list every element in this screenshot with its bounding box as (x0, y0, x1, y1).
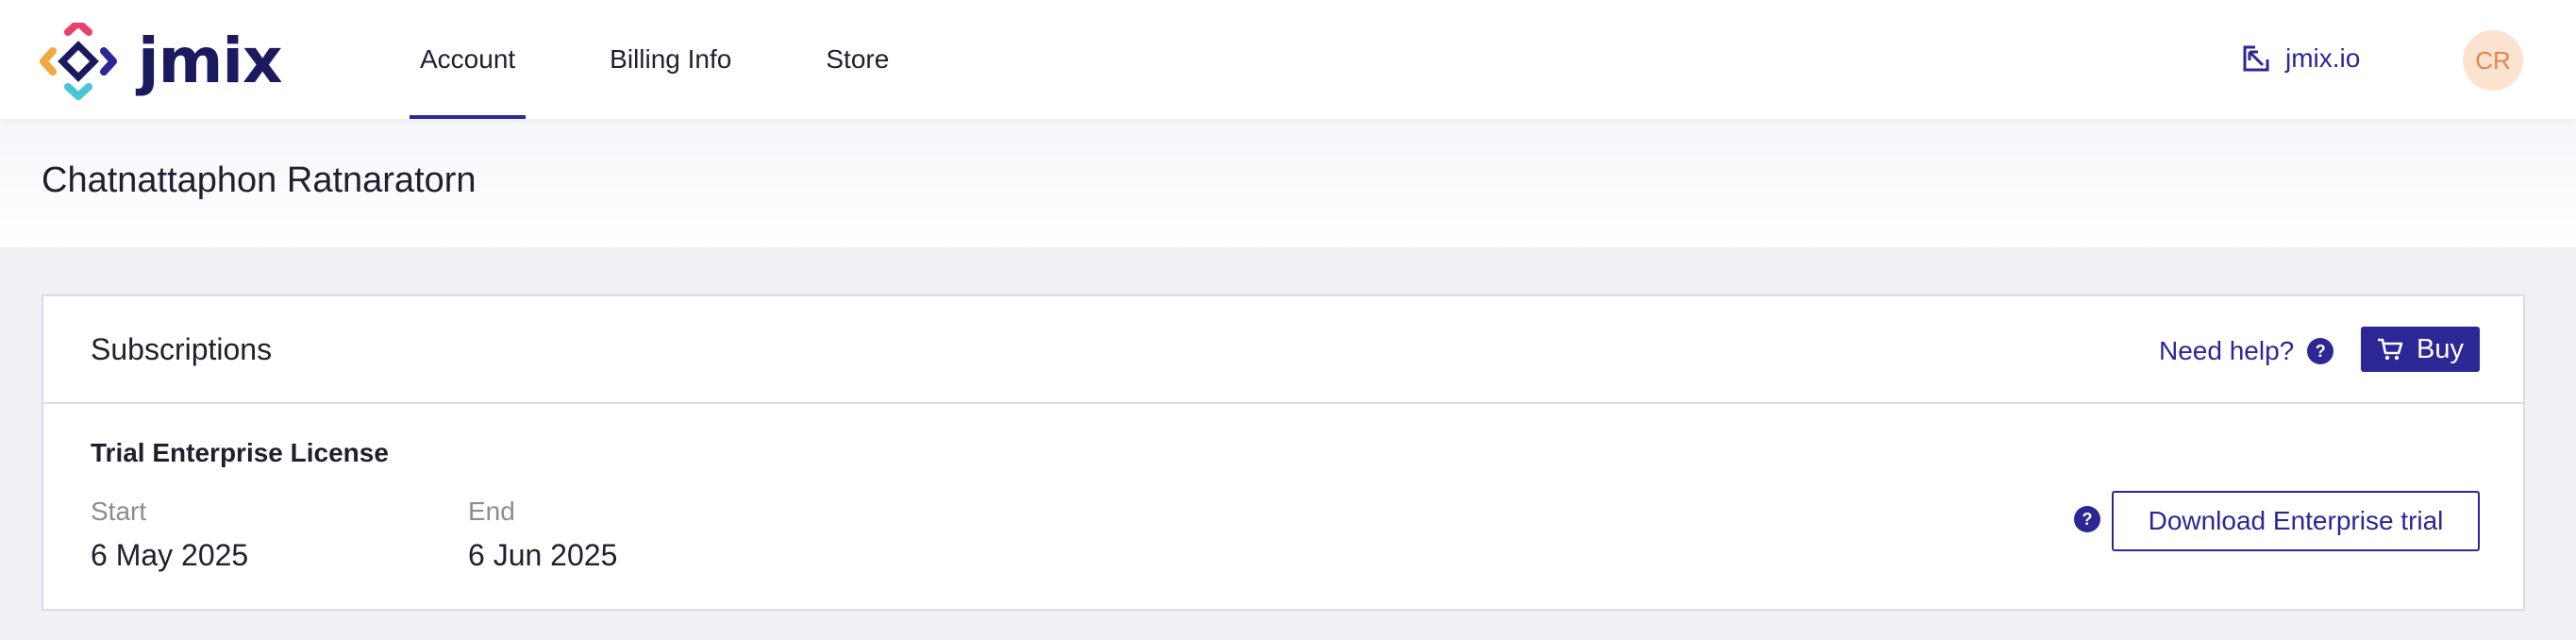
user-avatar[interactable]: CR (2463, 30, 2523, 91)
end-label: End (468, 497, 515, 526)
brand-name: jmix (138, 25, 283, 97)
nav-tab-label: Account (420, 44, 516, 74)
subscriptions-card: Subscriptions Need help? ? Buy Trial Ent… (42, 295, 2525, 611)
main-nav: Account Billing Info Store (410, 0, 973, 119)
external-link-icon (2243, 45, 2269, 72)
page-title: Chatnattaphon Ratnaratorn (42, 160, 477, 200)
end-date: 6 Jun 2025 (468, 538, 618, 572)
nav-tab-account[interactable]: Account (410, 0, 527, 119)
jmix-site-link[interactable]: jmix.io (2242, 38, 2360, 79)
nav-tab-store[interactable]: Store (815, 0, 899, 119)
jmix-site-link-label: jmix.io (2285, 43, 2361, 73)
page-header: Chatnattaphon Ratnaratorn (0, 119, 2576, 247)
nav-tab-label: Billing Info (610, 44, 732, 74)
jmix-logo-icon (40, 23, 117, 100)
nav-tab-label: Store (826, 44, 890, 74)
buy-button-label: Buy (2417, 333, 2464, 364)
start-date: 6 May 2025 (91, 538, 249, 572)
need-help-link[interactable]: Need help? ? (2159, 334, 2334, 368)
buy-button[interactable]: Buy (2361, 327, 2480, 372)
top-navigation-bar: jmix Account Billing Info Store jmix.io … (0, 0, 2576, 119)
download-help-icon[interactable]: ? (2074, 506, 2100, 532)
download-button-label: Download Enterprise trial (2148, 506, 2444, 535)
license-name: Trial Enterprise License (91, 438, 389, 467)
jmix-logo[interactable]: jmix (40, 23, 294, 100)
need-help-label: Need help? (2159, 336, 2295, 365)
cart-icon (2378, 338, 2403, 361)
start-label: Start (91, 497, 147, 526)
help-question-icon: ? (2307, 338, 2334, 364)
subscriptions-card-header: Subscriptions Need help? ? Buy (43, 296, 2523, 404)
subscriptions-title: Subscriptions (91, 332, 273, 366)
nav-tab-billing-info[interactable]: Billing Info (599, 0, 742, 119)
download-enterprise-trial-button[interactable]: Download Enterprise trial (2112, 491, 2480, 551)
